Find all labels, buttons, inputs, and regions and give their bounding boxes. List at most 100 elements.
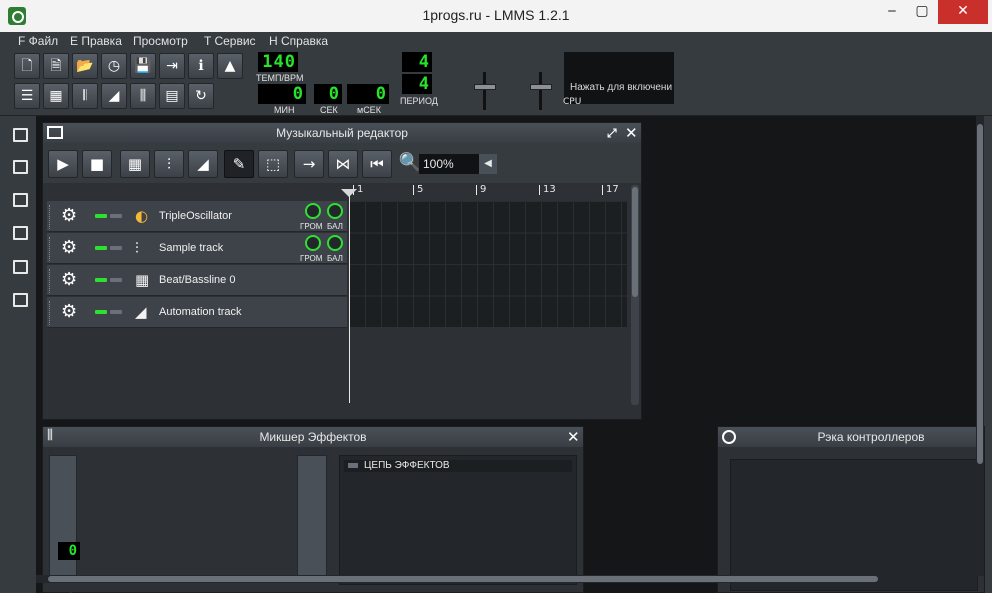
track-name[interactable]: Sample track [159,242,223,254]
track-solo-led[interactable] [110,214,122,218]
master-pitch-slider[interactable] [526,68,556,112]
song-editor-scroll-thumb[interactable] [632,187,638,297]
metronome-icon[interactable]: ▲ [217,53,243,79]
save-project-icon[interactable]: 💾 [130,53,156,79]
add-beat-bassline-icon[interactable]: ▦ [120,150,150,178]
edit-mode-icon[interactable]: ⬚ [258,150,288,178]
fx-mixer-header[interactable]: Микшер Эффектов ⫼ ✕ [43,427,583,447]
side-bar [0,116,36,593]
title-bar: 1progs.ru - LMMS 1.2.1 ‒ ▢ ✕ [0,0,992,32]
track-pan-knob[interactable] [327,203,343,219]
track-settings-gear-icon[interactable]: ⚙ [61,206,77,226]
controller-rack-header[interactable]: Рэка контроллеров [718,427,984,447]
menu-file[interactable]: F Файл [18,34,58,48]
piano-roll-toggle-icon[interactable]: 𝄃 [72,83,98,109]
close-song-editor-icon[interactable]: ✕ [625,124,638,142]
maximize-button[interactable]: ▢ [908,0,936,24]
my-computer-icon[interactable] [13,293,28,307]
track-volume-knob[interactable] [305,203,321,219]
workspace-v-scroll-thumb[interactable] [977,124,983,464]
mixer-channel-strip[interactable] [297,455,327,580]
effects-chain-header[interactable]: ЦЕПЬ ЭФФЕКТОВ [344,460,572,472]
track-pan-knob[interactable] [327,235,343,251]
track-row[interactable]: ⚙ ◐ TripleOscillator ГРОМ БАЛ [47,201,347,232]
workspace-vertical-scrollbar[interactable] [976,116,984,576]
time-sig-denominator-lcd[interactable]: 4 [402,74,432,94]
track-drag-handle[interactable] [49,205,53,229]
play-icon[interactable]: ▶ [48,150,78,178]
workspace-h-scroll-thumb[interactable] [48,576,878,582]
export-project-icon[interactable]: ⇥ [159,53,185,79]
track-settings-gear-icon[interactable]: ⚙ [61,302,77,322]
whats-this-icon[interactable]: ℹ [188,53,214,79]
master-volume-slider[interactable] [470,68,500,112]
track-mute-led[interactable] [95,310,107,314]
track-settings-gear-icon[interactable]: ⚙ [61,270,77,290]
beat-editor-toggle-icon[interactable]: ▦ [43,83,69,109]
new-from-template-icon[interactable]: 🗎 [43,53,69,79]
track-drag-handle[interactable] [49,269,53,293]
track-settings-gear-icon[interactable]: ⚙ [61,238,77,258]
track-mute-led[interactable] [95,214,107,218]
stop-icon[interactable]: ■ [82,150,112,178]
playhead-marker-icon[interactable] [341,189,357,197]
draw-mode-icon[interactable]: ✎ [224,150,254,178]
my-samples-icon[interactable] [13,193,28,207]
song-editor-toggle-icon[interactable]: ☰ [14,83,40,109]
maximize-subwindow-icon[interactable]: ⤢ [607,126,617,141]
project-notes-toggle-icon[interactable]: ▤ [159,83,185,109]
auto-scroll-icon[interactable]: → [294,150,324,178]
menu-help[interactable]: H Справка [269,34,328,48]
effects-chain-led[interactable] [348,463,358,468]
time-sig-numerator-lcd[interactable]: 4 [402,52,432,72]
workspace-horizontal-scrollbar[interactable] [36,575,976,583]
minimize-button[interactable]: ‒ [878,0,906,24]
track-row[interactable]: ⚙ ◢ Automation track [47,297,347,328]
open-project-icon[interactable]: 📂 [72,53,98,79]
time-milliseconds-lcd: 0 [347,84,389,104]
my-presets-icon[interactable] [13,226,28,240]
mixer-master-channel[interactable]: 0 er [49,455,80,593]
recent-projects-icon[interactable]: ◷ [101,53,127,79]
track-mute-led[interactable] [95,278,107,282]
master-volume-handle[interactable] [474,84,496,90]
close-mixer-icon[interactable]: ✕ [567,428,580,446]
master-pitch-handle[interactable] [530,84,552,90]
timeline-ruler[interactable]: 1 5 9 13 17 [349,185,633,199]
fx-mixer-toggle-icon[interactable]: ⫼ [130,83,156,109]
menu-edit[interactable]: E Правка [70,34,122,48]
song-editor-header[interactable]: Музыкальный редактор ⤢ ✕ [43,123,641,143]
close-window-button[interactable]: ✕ [938,0,988,24]
track-volume-knob[interactable] [305,235,321,251]
track-name[interactable]: Beat/Bassline 0 [159,274,235,286]
new-project-icon[interactable]: 🗋 [14,53,40,79]
instrument-plugins-icon[interactable] [13,128,28,142]
track-row[interactable]: ⚙ ⫶ Sample track ГРОМ БАЛ [47,233,347,264]
track-solo-led[interactable] [110,246,122,250]
my-home-icon[interactable] [13,260,28,274]
track-pattern-grid[interactable] [349,201,627,327]
add-sample-track-icon[interactable]: ⫶ [154,150,184,178]
track-drag-handle[interactable] [49,301,53,325]
tempo-label: ТЕМП/BPM [256,73,304,83]
song-editor-vertical-scrollbar[interactable] [631,185,639,405]
controller-rack-toggle-icon[interactable]: ↻ [188,83,214,109]
track-drag-handle[interactable] [49,237,53,261]
menu-view[interactable]: Просмотр [133,34,188,48]
tempo-lcd[interactable]: 140 [258,52,298,72]
track-mute-led[interactable] [95,246,107,250]
menu-tools[interactable]: T Сервис [204,34,256,48]
track-name[interactable]: TripleOscillator [159,210,232,222]
zoom-select[interactable]: 100% ◀ [419,154,497,174]
stop-behaviour-icon[interactable]: ⏮ [362,150,392,178]
cpu-graph-hint: Нажать для включени [570,82,673,93]
add-automation-track-icon[interactable]: ◢ [188,150,218,178]
track-solo-led[interactable] [110,310,122,314]
my-projects-icon[interactable] [13,160,28,174]
automation-editor-toggle-icon[interactable]: ◢ [101,83,127,109]
track-row[interactable]: ⚙ ▦ Beat/Bassline 0 [47,265,347,296]
track-name[interactable]: Automation track [159,306,242,318]
loop-points-icon[interactable]: ⋈ [328,150,358,178]
track-solo-led[interactable] [110,278,122,282]
zoom-dropdown-arrow-icon[interactable]: ◀ [479,154,497,174]
